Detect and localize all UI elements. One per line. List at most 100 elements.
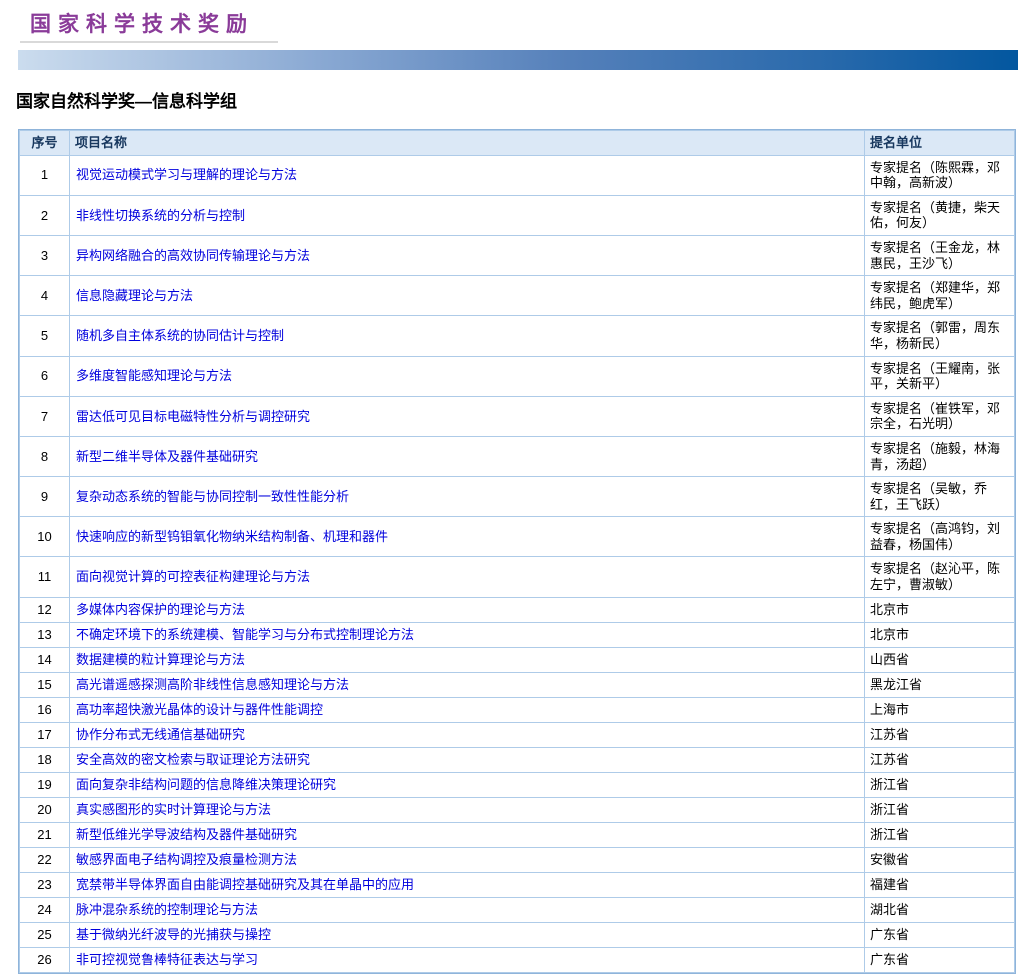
project-link[interactable]: 非线性切换系统的分析与控制 (76, 208, 245, 223)
nominator-cell: 专家提名（郭雷，周东华，杨新民） (864, 315, 1015, 357)
project-link[interactable]: 多维度智能感知理论与方法 (76, 368, 232, 383)
nominator-cell: 北京市 (864, 596, 1015, 623)
project-link[interactable]: 脉冲混杂系统的控制理论与方法 (76, 902, 258, 917)
project-link[interactable]: 复杂动态系统的智能与协同控制一致性性能分析 (76, 489, 349, 504)
project-link[interactable]: 新型低维光学导波结构及器件基础研究 (76, 827, 297, 842)
project-link[interactable]: 视觉运动模式学习与理解的理论与方法 (76, 167, 297, 182)
nominator-cell: 上海市 (864, 696, 1015, 723)
nominator-cell: 北京市 (864, 621, 1015, 648)
column-header-nominator: 提名单位 (864, 130, 1015, 156)
row-number-cell: 14 (19, 646, 70, 673)
row-number-cell: 19 (19, 771, 70, 798)
table-row: 1 视觉运动模式学习与理解的理论与方法 专家提名（陈熙霖，邓中翰，高新波） (19, 154, 1015, 196)
table-row: 18 安全高效的密文检索与取证理论方法研究 江苏省 (19, 746, 1015, 773)
project-link[interactable]: 数据建模的粒计算理论与方法 (76, 652, 245, 667)
table-row: 5 随机多自主体系统的协同估计与控制 专家提名（郭雷，周东华，杨新民） (19, 315, 1015, 357)
project-title-cell: 新型二维半导体及器件基础研究 (69, 435, 865, 478)
nominator-cell: 专家提名（吴敏，乔红，王飞跃） (864, 476, 1015, 518)
project-link[interactable]: 多媒体内容保护的理论与方法 (76, 602, 245, 617)
nominator-cell: 专家提名（崔铁军，邓宗全，石光明） (864, 395, 1015, 437)
project-title-cell: 高功率超快激光晶体的设计与器件性能调控 (69, 696, 865, 723)
project-title-cell: 脉冲混杂系统的控制理论与方法 (69, 896, 865, 923)
page-title: 国家自然科学奖—信息科学组 (16, 92, 237, 111)
row-number-cell: 10 (19, 516, 70, 558)
row-number-cell: 9 (19, 476, 70, 518)
project-link[interactable]: 信息隐藏理论与方法 (76, 288, 193, 303)
row-number-cell: 15 (19, 671, 70, 698)
row-number-cell: 16 (19, 696, 70, 723)
project-link[interactable]: 雷达低可见目标电磁特性分析与调控研究 (76, 409, 310, 424)
table-header: 序号 项目名称 提名单位 (19, 130, 1015, 156)
project-link[interactable]: 安全高效的密文检索与取证理论方法研究 (76, 752, 310, 767)
project-link[interactable]: 真实感图形的实时计算理论与方法 (76, 802, 271, 817)
project-title-cell: 安全高效的密文检索与取证理论方法研究 (69, 746, 865, 773)
project-title-cell: 信息隐藏理论与方法 (69, 275, 865, 317)
row-number-cell: 20 (19, 796, 70, 823)
row-number-cell: 1 (19, 154, 70, 196)
nominator-cell: 专家提名（施毅，林海青，汤超） (864, 435, 1015, 478)
award-table: 序号 项目名称 提名单位 1 视觉运动模式学习与理解的理论与方法 专家提名（陈熙霖，… (19, 130, 1015, 973)
project-title-cell: 非线性切换系统的分析与控制 (69, 194, 865, 236)
table-row: 17 协作分布式无线通信基础研究 江苏省 (19, 721, 1015, 748)
project-link[interactable]: 新型二维半导体及器件基础研究 (76, 449, 258, 464)
nominator-cell: 广东省 (864, 921, 1015, 948)
row-number-cell: 4 (19, 275, 70, 317)
project-link[interactable]: 基于微纳光纤波导的光捕获与操控 (76, 927, 271, 942)
row-number-cell: 17 (19, 721, 70, 748)
row-number-cell: 2 (19, 194, 70, 236)
row-number-cell: 21 (19, 821, 70, 848)
table-row: 20 真实感图形的实时计算理论与方法 浙江省 (19, 796, 1015, 823)
project-title-cell: 非可控视觉鲁棒特征表达与学习 (69, 946, 865, 973)
project-link[interactable]: 协作分布式无线通信基础研究 (76, 727, 245, 742)
project-title-cell: 不确定环境下的系统建模、智能学习与分布式控制理论方法 (69, 621, 865, 648)
table-row: 10 快速响应的新型钨钼氧化物纳米结构制备、机理和器件 专家提名（高鸿钧，刘益春，杨… (19, 516, 1015, 558)
nominator-cell: 黑龙江省 (864, 671, 1015, 698)
project-link[interactable]: 非可控视觉鲁棒特征表达与学习 (76, 952, 258, 967)
table-row: 2 非线性切换系统的分析与控制 专家提名（黄捷，柴天佑，何友） (19, 194, 1015, 236)
table-row: 7 雷达低可见目标电磁特性分析与调控研究 专家提名（崔铁军，邓宗全，石光明） (19, 395, 1015, 437)
project-link[interactable]: 面向视觉计算的可控表征构建理论与方法 (76, 569, 310, 584)
project-link[interactable]: 快速响应的新型钨钼氧化物纳米结构制备、机理和器件 (76, 529, 388, 544)
project-title-cell: 新型低维光学导波结构及器件基础研究 (69, 821, 865, 848)
column-header-no: 序号 (19, 130, 70, 156)
page: 国家科学技术奖励 国家自然科学奖—信息科学组 序号 项目名称 提名单位 1 视觉运… (0, 8, 1025, 974)
row-number-cell: 13 (19, 621, 70, 648)
header-gradient-bar (18, 50, 1018, 70)
project-link[interactable]: 高功率超快激光晶体的设计与器件性能调控 (76, 702, 323, 717)
table-row: 16 高功率超快激光晶体的设计与器件性能调控 上海市 (19, 696, 1015, 723)
table-row: 4 信息隐藏理论与方法 专家提名（郑建华，郑纬民，鲍虎军） (19, 275, 1015, 317)
project-title-cell: 复杂动态系统的智能与协同控制一致性性能分析 (69, 476, 865, 518)
project-link[interactable]: 高光谱遥感探测高阶非线性信息感知理论与方法 (76, 677, 349, 692)
project-link[interactable]: 不确定环境下的系统建模、智能学习与分布式控制理论方法 (76, 627, 414, 642)
project-link[interactable]: 异构网络融合的高效协同传输理论与方法 (76, 248, 310, 263)
row-number-cell: 7 (19, 395, 70, 437)
table-row: 24 脉冲混杂系统的控制理论与方法 湖北省 (19, 896, 1015, 923)
nominator-cell: 专家提名（黄捷，柴天佑，何友） (864, 194, 1015, 236)
row-number-cell: 3 (19, 234, 70, 277)
row-number-cell: 18 (19, 746, 70, 773)
project-title-cell: 异构网络融合的高效协同传输理论与方法 (69, 234, 865, 277)
project-title-cell: 多媒体内容保护的理论与方法 (69, 596, 865, 623)
nominator-cell: 专家提名（郑建华，郑纬民，鲍虎军） (864, 275, 1015, 317)
project-title-cell: 随机多自主体系统的协同估计与控制 (69, 315, 865, 357)
nominator-cell: 福建省 (864, 871, 1015, 898)
row-number-cell: 5 (19, 315, 70, 357)
table-row: 12 多媒体内容保护的理论与方法 北京市 (19, 596, 1015, 623)
row-number-cell: 25 (19, 921, 70, 948)
project-title-cell: 宽禁带半导体界面自由能调控基础研究及其在单晶中的应用 (69, 871, 865, 898)
row-number-cell: 6 (19, 355, 70, 397)
project-title-cell: 多维度智能感知理论与方法 (69, 355, 865, 397)
nominator-cell: 浙江省 (864, 796, 1015, 823)
project-link[interactable]: 面向复杂非结构问题的信息降维决策理论研究 (76, 777, 336, 792)
row-number-cell: 11 (19, 556, 70, 598)
table-row: 8 新型二维半导体及器件基础研究 专家提名（施毅，林海青，汤超） (19, 435, 1015, 478)
project-link[interactable]: 敏感界面电子结构调控及痕量检测方法 (76, 852, 297, 867)
project-title-cell: 协作分布式无线通信基础研究 (69, 721, 865, 748)
award-table-body: 1 视觉运动模式学习与理解的理论与方法 专家提名（陈熙霖，邓中翰，高新波） 2 非线性切… (19, 154, 1015, 973)
table-row: 9 复杂动态系统的智能与协同控制一致性性能分析 专家提名（吴敏，乔红，王飞跃） (19, 476, 1015, 518)
project-link[interactable]: 随机多自主体系统的协同估计与控制 (76, 328, 284, 343)
nominator-cell: 广东省 (864, 946, 1015, 973)
site-logo: 国家科学技术奖励 (30, 13, 254, 36)
nominator-cell: 专家提名（王耀南，张平，关新平） (864, 355, 1015, 397)
project-link[interactable]: 宽禁带半导体界面自由能调控基础研究及其在单晶中的应用 (76, 877, 414, 892)
